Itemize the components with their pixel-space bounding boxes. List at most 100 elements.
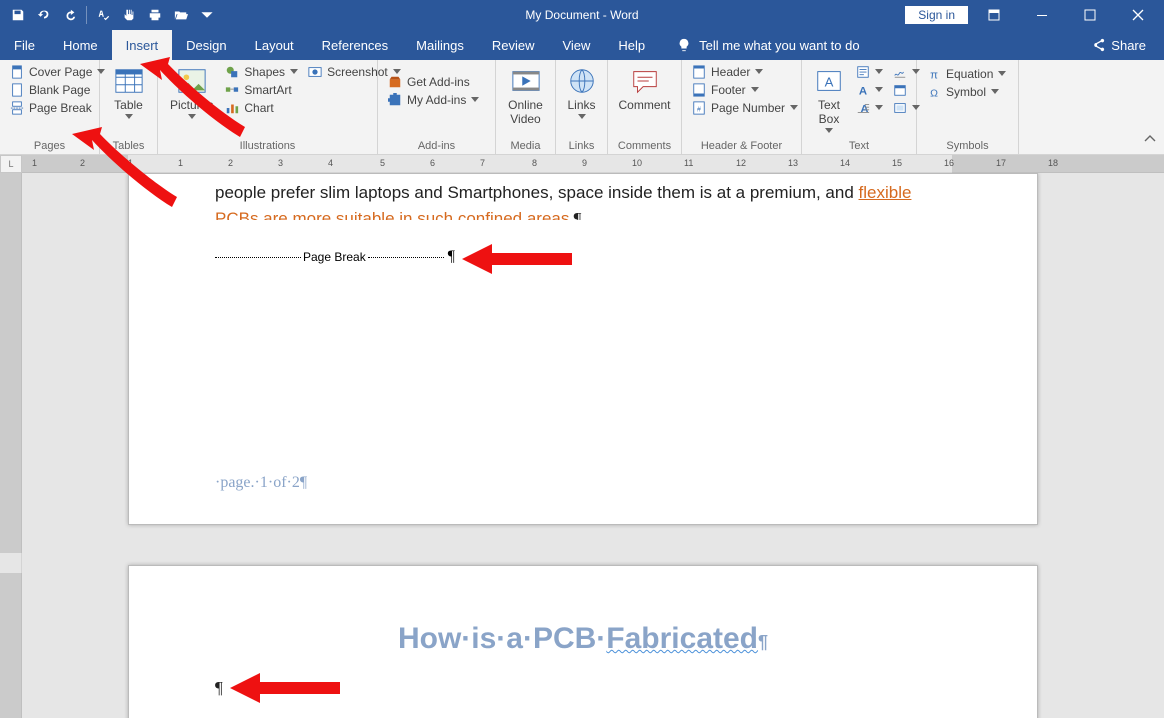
smartart-icon [225, 83, 239, 97]
svg-text:A: A [859, 85, 867, 97]
chevron-down-icon [755, 69, 763, 75]
online-video-button[interactable]: Online Video [502, 64, 549, 128]
date-icon [893, 83, 907, 97]
paragraph-mark: ¶ [758, 632, 768, 652]
links-button[interactable]: Links [561, 64, 603, 122]
group-illustrations: Pictures Shapes SmartArt Chart Screensho… [158, 60, 378, 154]
quick-access-toolbar [0, 3, 219, 27]
save-icon[interactable] [6, 3, 30, 27]
heading-2[interactable]: How·is·a·PCB·Fabricated¶ [215, 620, 951, 657]
open-icon[interactable] [169, 3, 193, 27]
tab-help[interactable]: Help [604, 30, 659, 60]
tab-layout[interactable]: Layout [241, 30, 308, 60]
page-break-label: Page Break [301, 250, 368, 264]
group-media: Online Video Media [496, 60, 556, 154]
empty-paragraph[interactable]: ¶ [215, 675, 951, 701]
tab-file[interactable]: File [0, 30, 49, 60]
chevron-down-icon [125, 114, 133, 120]
group-tables-label: Tables [106, 139, 151, 152]
tab-view[interactable]: View [548, 30, 604, 60]
blank-page-button[interactable]: Blank Page [6, 82, 109, 98]
document-area: people prefer slim laptops and Smartphon… [0, 173, 1164, 718]
header-button[interactable]: Header [688, 64, 802, 80]
ribbon: Cover Page Blank Page Page Break Pages T… [0, 60, 1164, 155]
quickparts-icon [856, 65, 870, 79]
table-button[interactable]: Table [108, 64, 150, 122]
svg-text:A: A [825, 75, 834, 90]
tab-references[interactable]: References [308, 30, 402, 60]
group-text-label: Text [808, 139, 910, 152]
sign-in-button[interactable]: Sign in [905, 6, 968, 24]
group-addins: Get Add-ins My Add-ins Add-ins [378, 60, 496, 154]
my-addins-button[interactable]: My Add-ins [384, 92, 483, 108]
ruler-corner[interactable]: L [0, 155, 22, 173]
hand-icon[interactable] [117, 3, 141, 27]
chevron-down-icon [290, 69, 298, 75]
maximize-icon[interactable] [1068, 1, 1112, 29]
chevron-down-icon [578, 114, 586, 120]
footer-icon [692, 83, 706, 97]
quick-parts-button[interactable] [852, 64, 887, 80]
group-tables: Table Tables [100, 60, 158, 154]
comment-button[interactable]: Comment [613, 64, 677, 114]
screenshot-icon [308, 65, 322, 79]
ribbon-display-icon[interactable] [972, 1, 1016, 29]
shapes-icon [225, 65, 239, 79]
table-icon [114, 66, 144, 96]
group-illustrations-label: Illustrations [164, 139, 371, 152]
footer-button[interactable]: Footer [688, 82, 802, 98]
tab-review[interactable]: Review [478, 30, 549, 60]
addins-icon [388, 93, 402, 107]
page-break-button[interactable]: Page Break [6, 100, 109, 116]
equation-button[interactable]: πEquation [923, 66, 1010, 82]
share-button[interactable]: Share [1091, 30, 1164, 60]
paragraph-mark: ¶ [444, 248, 455, 266]
minimize-icon[interactable] [1020, 1, 1064, 29]
qat-more-icon[interactable] [195, 3, 219, 27]
get-addins-button[interactable]: Get Add-ins [384, 74, 483, 90]
cover-page-button[interactable]: Cover Page [6, 64, 109, 80]
redo-icon[interactable] [58, 3, 82, 27]
chevron-down-icon [875, 105, 883, 111]
text-box-button[interactable]: A Text Box [808, 64, 850, 136]
spelling-icon[interactable] [91, 3, 115, 27]
symbol-button[interactable]: ΩSymbol [923, 84, 1010, 100]
share-icon [1091, 38, 1105, 52]
svg-text:Ω: Ω [930, 87, 938, 99]
drop-cap-button[interactable]: A [852, 100, 887, 116]
group-comments: Comment Comments [608, 60, 682, 154]
video-icon [511, 66, 541, 96]
paragraph-mark: ¶ [215, 678, 223, 697]
chevron-down-icon [998, 71, 1006, 77]
wordart-button[interactable]: A [852, 82, 887, 98]
tab-mailings[interactable]: Mailings [402, 30, 478, 60]
group-media-label: Media [502, 139, 549, 152]
collapse-ribbon-icon[interactable] [1144, 132, 1156, 150]
shapes-button[interactable]: Shapes [221, 64, 302, 80]
smartart-button[interactable]: SmartArt [221, 82, 302, 98]
tab-design[interactable]: Design [172, 30, 240, 60]
page-number-field: ·page.·1·of·2¶ [215, 474, 307, 491]
hyperlink-text[interactable]: flexible [859, 183, 912, 202]
undo-icon[interactable] [32, 3, 56, 27]
object-icon [893, 101, 907, 115]
tab-home[interactable]: Home [49, 30, 112, 60]
pictures-button[interactable]: Pictures [164, 64, 219, 122]
page-number-button[interactable]: #Page Number [688, 100, 802, 116]
hyperlink-text[interactable]: PCBs are more suitable in such confined … [215, 209, 569, 220]
tab-insert[interactable]: Insert [112, 30, 173, 60]
group-hf-label: Header & Footer [688, 139, 795, 152]
group-addins-label: Add-ins [384, 139, 489, 152]
body-paragraph[interactable]: people prefer slim laptops and Smartphon… [215, 180, 951, 220]
print-icon[interactable] [143, 3, 167, 27]
close-icon[interactable] [1116, 1, 1160, 29]
chart-button[interactable]: Chart [221, 100, 302, 116]
svg-text:#: # [697, 107, 701, 114]
page-1: people prefer slim laptops and Smartphon… [128, 173, 1038, 525]
spelling-error-word[interactable]: Fabricated [606, 622, 758, 655]
vertical-ruler[interactable] [0, 173, 22, 718]
page-break-indicator[interactable]: Page Break ¶ [215, 248, 951, 266]
title-bar: My Document - Word Sign in [0, 0, 1164, 30]
group-pages-label: Pages [6, 139, 93, 152]
tell-me-search[interactable]: Tell me what you want to do [659, 30, 859, 60]
